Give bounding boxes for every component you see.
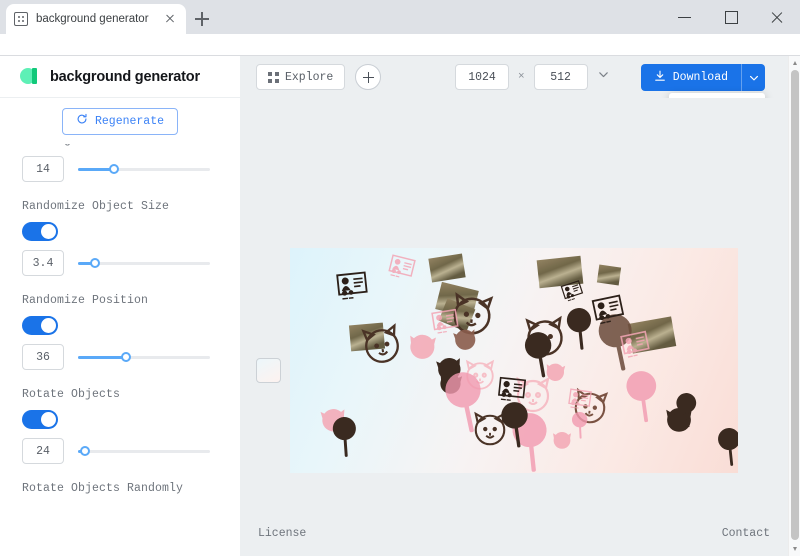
maximize-icon[interactable] [708, 0, 754, 34]
page-scrollbar-thumb[interactable] [791, 70, 799, 540]
control-row-padding-percent [22, 156, 210, 182]
size-multiply-symbol: × [518, 71, 525, 83]
browser-tab[interactable]: background generator [6, 4, 186, 34]
minimize-icon[interactable] [662, 0, 708, 34]
slider-knob[interactable] [120, 352, 131, 362]
slider-knob[interactable] [90, 258, 101, 268]
app-footer: License Contact [240, 510, 788, 556]
browser-window: background generator background generato… [0, 0, 800, 556]
explore-button[interactable]: Explore [256, 64, 346, 90]
scroll-up-arrow-icon[interactable] [789, 56, 800, 70]
width-input[interactable] [455, 64, 509, 90]
control-padding-percent: Padding % [22, 144, 210, 182]
height-input[interactable] [533, 64, 588, 90]
page-scrollbar[interactable] [788, 56, 800, 556]
license-link[interactable]: License [258, 527, 306, 540]
randomize-object-size-input[interactable] [22, 250, 64, 276]
download-icon [654, 70, 666, 86]
download-button[interactable]: Download [640, 64, 741, 91]
brand-logo-icon [20, 66, 41, 87]
control-label-rotate-objects: Rotate Objects [22, 388, 121, 401]
download-group: Download as PNG file as JPEG file [640, 64, 765, 153]
toggle-knob [41, 224, 56, 239]
slider-track [78, 450, 210, 453]
regenerate-button-label: Regenerate [94, 114, 164, 128]
slider-fill [78, 356, 126, 359]
randomize-position-input[interactable] [22, 344, 64, 370]
control-label-rotate-objects-randomly: Rotate Objects Randomly [22, 482, 184, 495]
padding-percent-slider[interactable] [78, 161, 210, 177]
slider-knob[interactable] [79, 446, 90, 456]
grid-favicon-icon [14, 12, 28, 26]
canvas-area [240, 98, 788, 556]
brand-block: background generator [0, 56, 240, 98]
background-preview[interactable] [290, 248, 738, 473]
control-row-randomize-object-size [22, 250, 210, 276]
randomize-object-size-slider[interactable] [78, 255, 210, 271]
regenerate-button[interactable]: Regenerate [61, 107, 178, 135]
tab-close-icon[interactable] [162, 11, 178, 27]
grid-icon [268, 71, 279, 83]
control-randomize-object-size: Randomize Object Size [22, 200, 210, 276]
slider-knob[interactable] [108, 164, 119, 174]
tab-title: background generator [36, 13, 149, 25]
control-label-padding-percent: Padding % [22, 144, 210, 147]
control-label-randomize-position: Randomize Position [22, 294, 149, 307]
window-controls [662, 0, 800, 34]
new-tab-button[interactable] [190, 7, 214, 31]
size-preset-chevron-down-icon[interactable] [597, 68, 610, 86]
controls-list: Padding % Randomize Object Size [0, 144, 232, 513]
rotate-objects-toggle[interactable] [22, 410, 58, 429]
rotate-objects-input[interactable] [22, 438, 64, 464]
control-rotate-objects-randomly: Rotate Objects Randomly [22, 482, 210, 495]
preview-objects [320, 253, 738, 473]
size-controls: × [455, 64, 610, 90]
toggle-knob [41, 412, 56, 427]
control-row-rotate-objects [22, 438, 210, 464]
explore-button-label: Explore [285, 70, 334, 84]
padding-percent-input[interactable] [22, 156, 64, 182]
download-chevron-down-icon[interactable] [741, 64, 765, 91]
control-label-randomize-object-size: Randomize Object Size [22, 200, 170, 213]
window-close-icon[interactable] [754, 0, 800, 34]
rotate-objects-slider[interactable] [78, 443, 210, 459]
background-color-swatch[interactable] [256, 358, 281, 383]
download-button-label: Download [672, 71, 728, 84]
toggle-knob [41, 318, 56, 333]
control-row-randomize-position [22, 344, 210, 370]
header-tools: Explore [256, 64, 382, 90]
randomize-object-size-toggle[interactable] [22, 222, 58, 241]
settings-sidebar: Regenerate Padding % [0, 98, 240, 556]
app-header: background generator Explore × [0, 56, 788, 153]
contact-link[interactable]: Contact [722, 527, 770, 540]
control-rotate-objects: Rotate Objects [22, 388, 210, 464]
control-randomize-position: Randomize Position [22, 294, 210, 370]
refresh-icon [76, 113, 88, 129]
download-split-button[interactable]: Download [640, 64, 765, 91]
scroll-down-arrow-icon[interactable] [789, 542, 800, 556]
tab-strip: background generator [0, 0, 800, 34]
controls-scroll-region[interactable]: Padding % Randomize Object Size [0, 144, 240, 556]
page-content: background generator Explore × [0, 56, 788, 556]
randomize-position-toggle[interactable] [22, 316, 58, 335]
brand-name: background generator [50, 68, 200, 85]
browser-toolbar: background-generator.com/background/13 [0, 34, 800, 87]
randomize-position-slider[interactable] [78, 349, 210, 365]
add-button[interactable] [355, 64, 382, 90]
regenerate-row: Regenerate [0, 98, 240, 144]
